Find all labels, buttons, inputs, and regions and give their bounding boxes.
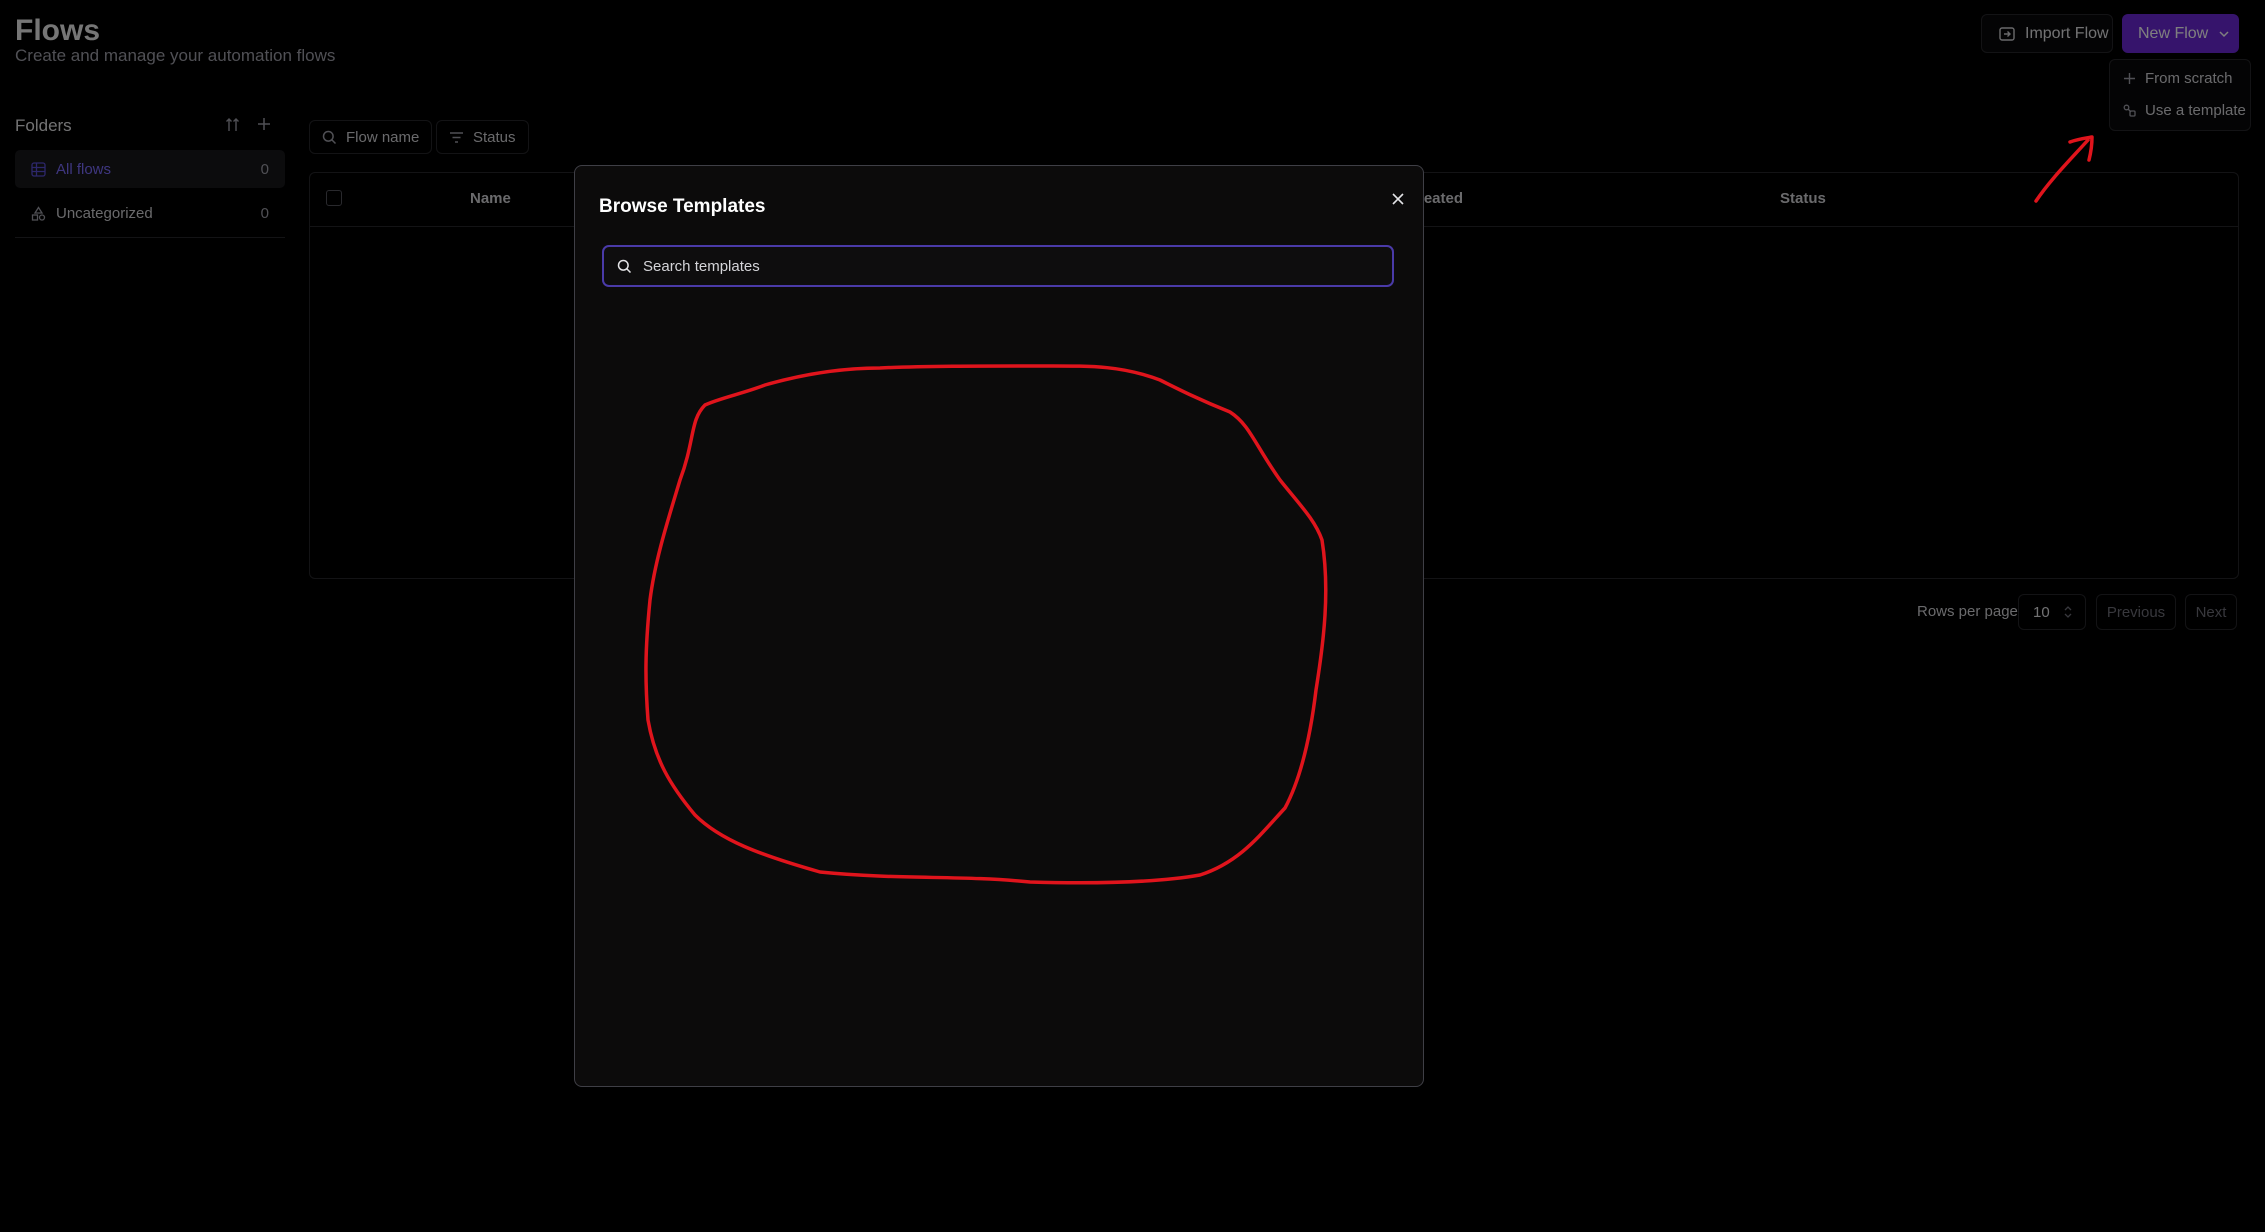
close-icon[interactable] [1391,192,1405,206]
search-icon [617,259,632,274]
dialog-title: Browse Templates [599,196,766,217]
template-search-field[interactable] [602,245,1394,287]
browse-templates-dialog: Browse Templates [574,165,1424,1087]
template-search-input[interactable] [641,250,1392,282]
